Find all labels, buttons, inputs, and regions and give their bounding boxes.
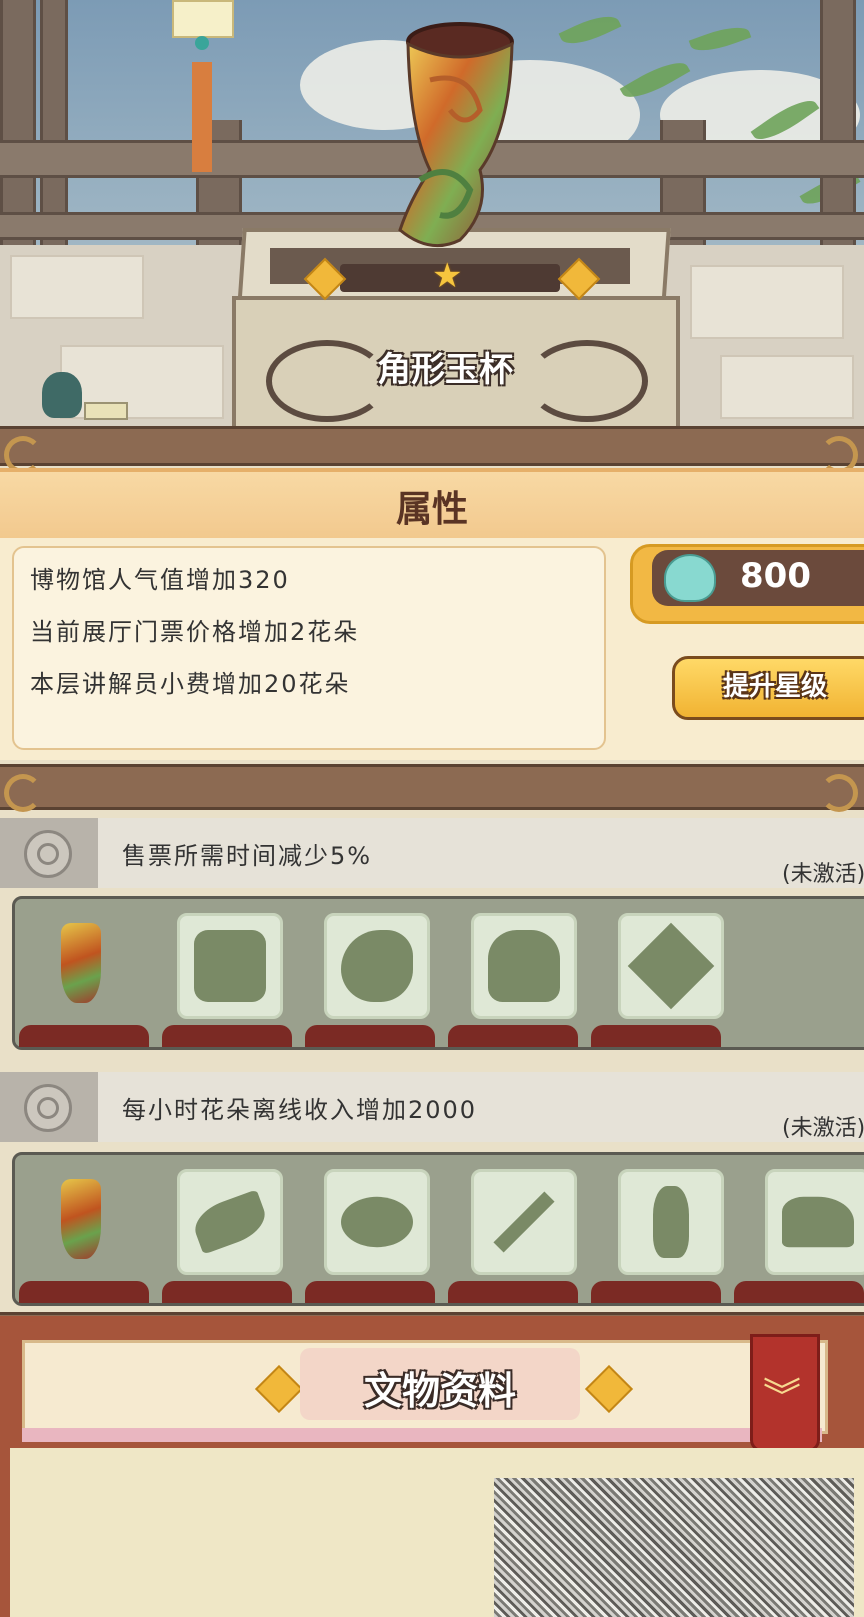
attribute-line: 当前展厅门票价格增加2花朵	[30, 618, 360, 646]
cost-value: 800	[740, 556, 811, 596]
willow-leaf	[558, 8, 622, 52]
slot-bronze-sword[interactable]	[471, 1169, 577, 1275]
attribute-line: 博物馆人气值增加320	[30, 566, 290, 594]
diamond-left-icon	[303, 257, 347, 301]
attribute-line: 本层讲解员小费增加20花朵	[30, 670, 351, 698]
slot-level-bar	[591, 1281, 721, 1303]
slot-ruyi-scepter[interactable]	[177, 1169, 283, 1275]
ritual-vessel-icon	[194, 930, 266, 1002]
attributes-list: 博物馆人气值增加320 当前展厅门票价格增加2花朵 本层讲解员小费增加20花朵	[12, 546, 606, 750]
horse-figure-icon	[782, 1196, 854, 1248]
slot-horse-figure[interactable]	[765, 1169, 864, 1275]
lantern-tassel	[192, 62, 212, 172]
slot-beast-figure[interactable]	[471, 913, 577, 1019]
cat-figure	[42, 372, 82, 418]
double-chevron-down-icon[interactable]: ︾	[750, 1366, 814, 1421]
star-icon: ★	[432, 256, 463, 296]
slot-level-bar	[19, 1025, 149, 1047]
ruyi-scepter-icon	[188, 1189, 272, 1255]
ring-emblem-icon	[24, 1084, 72, 1132]
lantern-bead	[195, 36, 209, 50]
bronze-bowl-icon	[341, 1196, 413, 1248]
artifact-name: 角形玉杯	[377, 350, 513, 390]
slot-level-bar	[19, 1281, 149, 1303]
attributes-title: 属性	[395, 489, 468, 530]
corner-curl-icon	[820, 774, 858, 812]
star-rating-bar: ★	[300, 256, 601, 301]
set-slots-row	[12, 896, 864, 1050]
wood-frame-top	[0, 426, 864, 466]
set-status: (未激活)	[782, 1116, 864, 1141]
floor-tile	[690, 265, 844, 339]
floor-tile	[10, 255, 144, 319]
set-icon-cell	[0, 1072, 98, 1142]
wood-frame-middle	[0, 764, 864, 810]
floor-tile	[720, 355, 854, 419]
railing-post	[0, 0, 36, 245]
obscured-region	[494, 1478, 854, 1617]
slot-level-bar	[448, 1281, 578, 1303]
set-status: (未激活)	[782, 862, 864, 887]
willow-leaf	[688, 20, 752, 58]
slot-level-bar	[734, 1281, 864, 1303]
jade-cup-thumbnail[interactable]	[61, 1179, 101, 1259]
info-title: 文物资料	[363, 1369, 516, 1413]
jade-cup-artifact[interactable]	[370, 10, 530, 260]
railing-post	[40, 0, 68, 245]
set-description: 每小时花朵离线收入增加2000	[122, 1096, 478, 1124]
corner-curl-icon	[4, 774, 42, 812]
vase-icon	[653, 1186, 689, 1258]
railing-post	[820, 0, 856, 245]
slot-square-tile[interactable]	[618, 913, 724, 1019]
scroll-prop	[84, 402, 128, 420]
slot-bird-vessel[interactable]	[324, 913, 430, 1019]
set-header: 售票所需时间减少5% (未激活)	[0, 818, 864, 888]
jelly-creature-icon	[664, 554, 716, 602]
set-header: 每小时花朵离线收入增加2000 (未激活)	[0, 1072, 864, 1142]
slot-level-bar	[591, 1025, 721, 1047]
bird-vessel-icon	[341, 930, 413, 1002]
slot-level-bar	[448, 1025, 578, 1047]
exhibit-scene: ★ 角形玉杯	[0, 0, 864, 430]
set-icon-cell	[0, 818, 98, 888]
upgrade-star-button[interactable]: 提升星级	[672, 656, 864, 720]
slot-vase[interactable]	[618, 1169, 724, 1275]
beast-figure-icon	[488, 930, 560, 1002]
slot-level-bar	[305, 1281, 435, 1303]
lantern	[172, 0, 234, 38]
ring-emblem-icon	[24, 830, 72, 878]
jade-cup-thumbnail[interactable]	[61, 923, 101, 1003]
set-description: 售票所需时间减少5%	[122, 842, 373, 870]
slot-level-bar	[162, 1025, 292, 1047]
bronze-sword-icon	[493, 1191, 555, 1253]
slot-ritual-vessel[interactable]	[177, 913, 283, 1019]
info-banner-band	[22, 1428, 822, 1442]
square-tile-icon	[627, 922, 715, 1010]
slot-level-bar	[305, 1025, 435, 1047]
slot-bronze-bowl[interactable]	[324, 1169, 430, 1275]
diamond-right-icon	[557, 257, 601, 301]
set-slots-row	[12, 1152, 864, 1306]
slot-level-bar	[162, 1281, 292, 1303]
